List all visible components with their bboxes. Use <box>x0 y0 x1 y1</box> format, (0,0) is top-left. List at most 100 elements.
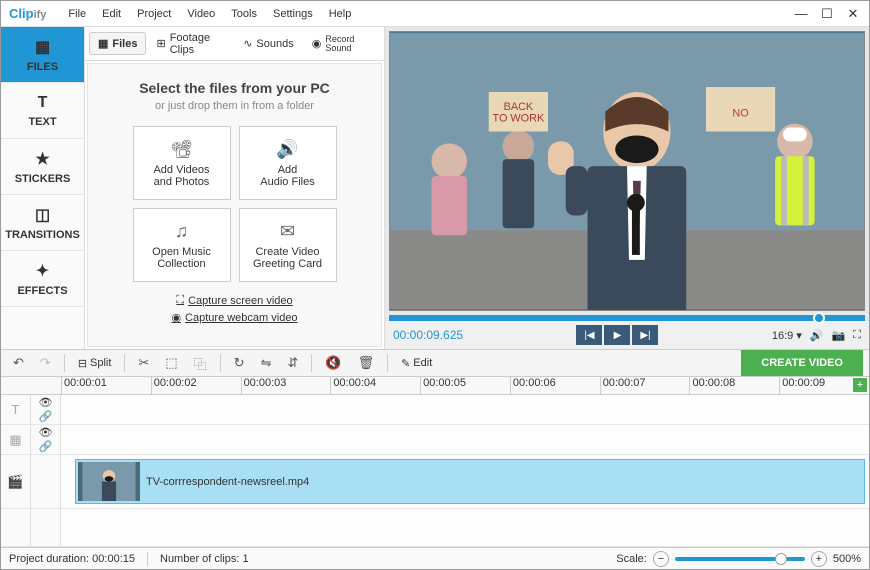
tile-add-videos[interactable]: 📽Add Videosand Photos <box>133 126 231 200</box>
menu-edit[interactable]: Edit <box>94 8 129 20</box>
play-button[interactable]: ▶ <box>604 325 630 345</box>
track-body[interactable] <box>61 395 869 424</box>
nav-label: TRANSITIONS <box>5 229 80 241</box>
separator <box>220 354 221 372</box>
files-tabs: ▦ Files ⊞Footage Clips ∿Sounds ◉Record So… <box>85 27 384 61</box>
preview-image: BACKTO WORK NO <box>390 32 864 310</box>
ruler-tick: 00:00:08 <box>689 377 779 394</box>
nav-transitions[interactable]: ◫ TRANSITIONS <box>1 195 84 251</box>
folder-icon: ▦ <box>98 37 108 50</box>
stickers-icon: ★ <box>35 149 49 169</box>
tile-line: Create Video <box>255 246 319 258</box>
zoom-handle[interactable] <box>775 553 787 565</box>
flip-v-button[interactable]: ⇵ <box>281 352 304 374</box>
maximize-button[interactable]: ☐ <box>815 4 839 24</box>
copy-button[interactable]: ⿻ <box>188 351 213 376</box>
nav-files[interactable]: ▦ FILES <box>1 27 84 83</box>
card-icon: ✉ <box>280 221 295 242</box>
visibility-icon[interactable]: 👁 <box>39 396 53 409</box>
zoom-out-button[interactable]: − <box>653 551 669 567</box>
tile-music-collection[interactable]: ♫Open MusicCollection <box>133 208 231 282</box>
playback-buttons: |◀ ▶ ▶| <box>576 325 658 345</box>
fullscreen-icon[interactable]: ⛶ <box>853 329 861 342</box>
rotate-button[interactable]: ↻ <box>228 352 251 374</box>
zoom-in-button[interactable]: + <box>811 551 827 567</box>
time-ruler[interactable]: 00:00:01 00:00:02 00:00:03 00:00:04 00:0… <box>1 377 869 395</box>
zoom-slider[interactable] <box>675 557 805 561</box>
webcam-icon: ◉ <box>171 311 181 324</box>
files-drop-area[interactable]: Select the files from your PC or just dr… <box>87 63 382 347</box>
aspect-ratio[interactable]: 16:9 ▾ <box>772 329 802 342</box>
tab-label: Files <box>112 38 137 50</box>
crop-button[interactable]: ⬚ <box>159 352 183 374</box>
snapshot-icon[interactable]: 📷 <box>832 329 846 342</box>
tile-line: Greeting Card <box>253 258 322 270</box>
tile-line: and Photos <box>154 176 210 188</box>
camera-icon: 📽 <box>170 139 193 160</box>
nav-text[interactable]: T TEXT <box>1 83 84 139</box>
scale-label: Scale: <box>616 553 647 565</box>
next-button[interactable]: ▶| <box>632 325 658 345</box>
minimize-button[interactable]: — <box>789 4 813 24</box>
preview-panel: BACKTO WORK NO 00:00:09.625 <box>385 27 869 349</box>
capture-webcam-link[interactable]: ◉Capture webcam video <box>171 311 297 324</box>
scrub-bar[interactable] <box>389 315 865 321</box>
clips-value: 1 <box>243 553 249 565</box>
menu-project[interactable]: Project <box>129 8 179 20</box>
add-track-button[interactable]: + <box>853 378 867 392</box>
link-icon[interactable]: 🔗 <box>39 410 53 423</box>
separator <box>64 354 65 372</box>
track-toggles: 👁🔗 <box>31 395 61 424</box>
link-icon[interactable]: 🔗 <box>39 440 53 453</box>
transitions-icon: ◫ <box>35 205 50 225</box>
edit-button[interactable]: ✎Edit <box>395 354 438 373</box>
prev-button[interactable]: |◀ <box>576 325 602 345</box>
tab-record[interactable]: ◉Record Sound <box>304 31 380 57</box>
link-text: Capture screen video <box>188 295 293 307</box>
track-body[interactable] <box>61 425 869 454</box>
scale-control: Scale: − + 500% <box>616 551 861 567</box>
nav-stickers[interactable]: ★ STICKERS <box>1 139 84 195</box>
menu-tools[interactable]: Tools <box>223 8 265 20</box>
mute-button[interactable]: 🔇 <box>319 352 347 374</box>
files-subtitle: or just drop them in from a folder <box>155 100 314 112</box>
separator <box>387 354 388 372</box>
scrub-handle[interactable] <box>813 312 825 324</box>
split-button[interactable]: ⊟Split <box>72 354 118 373</box>
track-body[interactable]: TV-corrrespondent-newsreel.mp4 <box>61 455 869 508</box>
capture-screen-link[interactable]: ⛶Capture screen video <box>176 294 292 307</box>
track-body[interactable] <box>61 509 869 546</box>
tile-greeting-card[interactable]: ✉ Create VideoGreeting Card <box>239 208 337 282</box>
undo-button[interactable]: ↶ <box>7 352 30 374</box>
ruler-tick: 00:00:02 <box>151 377 241 394</box>
tab-files[interactable]: ▦ Files <box>89 32 146 55</box>
track-toggles: 👁🔗 <box>31 425 61 454</box>
clips-label: Number of clips: 1 <box>160 553 249 565</box>
video-clip[interactable]: TV-corrrespondent-newsreel.mp4 <box>75 459 865 504</box>
menu-video[interactable]: Video <box>179 8 223 20</box>
track-toggles <box>31 509 61 546</box>
delete-button[interactable]: 🗑 <box>352 352 381 374</box>
capture-links: ⛶Capture screen video ◉Capture webcam vi… <box>171 294 297 324</box>
sounds-icon: ∿ <box>243 37 252 50</box>
nav-effects[interactable]: ✦ EFFECTS <box>1 251 84 307</box>
menu-file[interactable]: File <box>60 8 94 20</box>
preview-right-controls: 16:9 ▾ 🔊 📷 ⛶ <box>772 329 861 342</box>
menu-help[interactable]: Help <box>321 8 360 20</box>
redo-button[interactable]: ↷ <box>34 352 57 374</box>
cut-button[interactable]: ✂ <box>132 352 155 374</box>
svg-text:BACK: BACK <box>504 101 534 113</box>
tile-add-audio[interactable]: 🔊AddAudio Files <box>239 126 337 200</box>
create-video-button[interactable]: CREATE VIDEO <box>741 350 863 376</box>
visibility-icon[interactable]: 👁 <box>39 426 53 439</box>
tab-sounds[interactable]: ∿Sounds <box>235 33 302 54</box>
menu-settings[interactable]: Settings <box>265 8 321 20</box>
tab-footage[interactable]: ⊞Footage Clips <box>148 28 233 60</box>
text-track: T 👁🔗 <box>1 395 869 425</box>
flip-h-button[interactable]: ⇋ <box>255 352 278 374</box>
video-preview[interactable]: BACKTO WORK NO <box>389 31 865 311</box>
mic-icon: ◉ <box>312 37 322 50</box>
close-button[interactable]: ✕ <box>841 4 865 24</box>
split-icon: ⊟ <box>78 357 87 370</box>
volume-icon[interactable]: 🔊 <box>810 329 824 342</box>
